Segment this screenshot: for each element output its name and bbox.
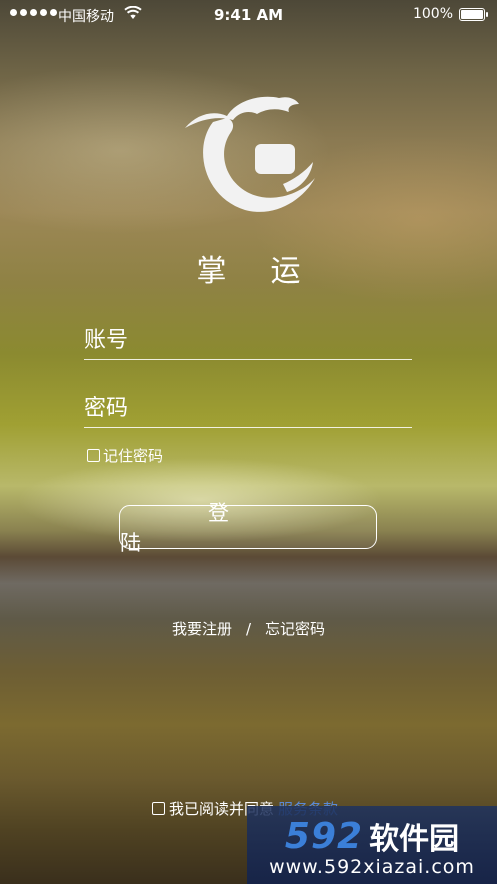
- remember-password-option[interactable]: 记住密码: [87, 445, 163, 466]
- battery-percent: 100%: [412, 6, 453, 22]
- account-input[interactable]: [84, 328, 412, 359]
- status-bar: 中国移动 9:41 AM 100%: [0, 0, 497, 30]
- remember-password-checkbox[interactable]: [87, 449, 100, 462]
- watermark-url: www.592xiazai.com: [269, 856, 475, 878]
- register-link[interactable]: 我要注册: [172, 618, 232, 639]
- watermark-name: 软件园: [369, 822, 460, 857]
- site-watermark: 592 软件园 www.592xiazai.com: [247, 806, 497, 884]
- app-title: 掌运: [196, 254, 345, 289]
- watermark-number: 592: [284, 815, 364, 857]
- login-button[interactable]: 登陆: [119, 501, 377, 555]
- account-links: 我要注册 / 忘记密码: [0, 618, 497, 639]
- agreement-checkbox[interactable]: [152, 802, 165, 815]
- password-field[interactable]: [84, 396, 412, 428]
- password-input[interactable]: [84, 396, 412, 427]
- account-field[interactable]: [84, 328, 412, 360]
- battery-icon: [459, 8, 488, 21]
- links-separator: /: [245, 619, 252, 638]
- remember-password-label: 记住密码: [103, 447, 164, 465]
- app-logo-icon: [183, 92, 318, 217]
- forgot-password-link[interactable]: 忘记密码: [265, 618, 325, 639]
- login-screen: 中国移动 9:41 AM 100% 掌运 账号 记住密码 登陆 我要注册 / 忘…: [0, 0, 497, 884]
